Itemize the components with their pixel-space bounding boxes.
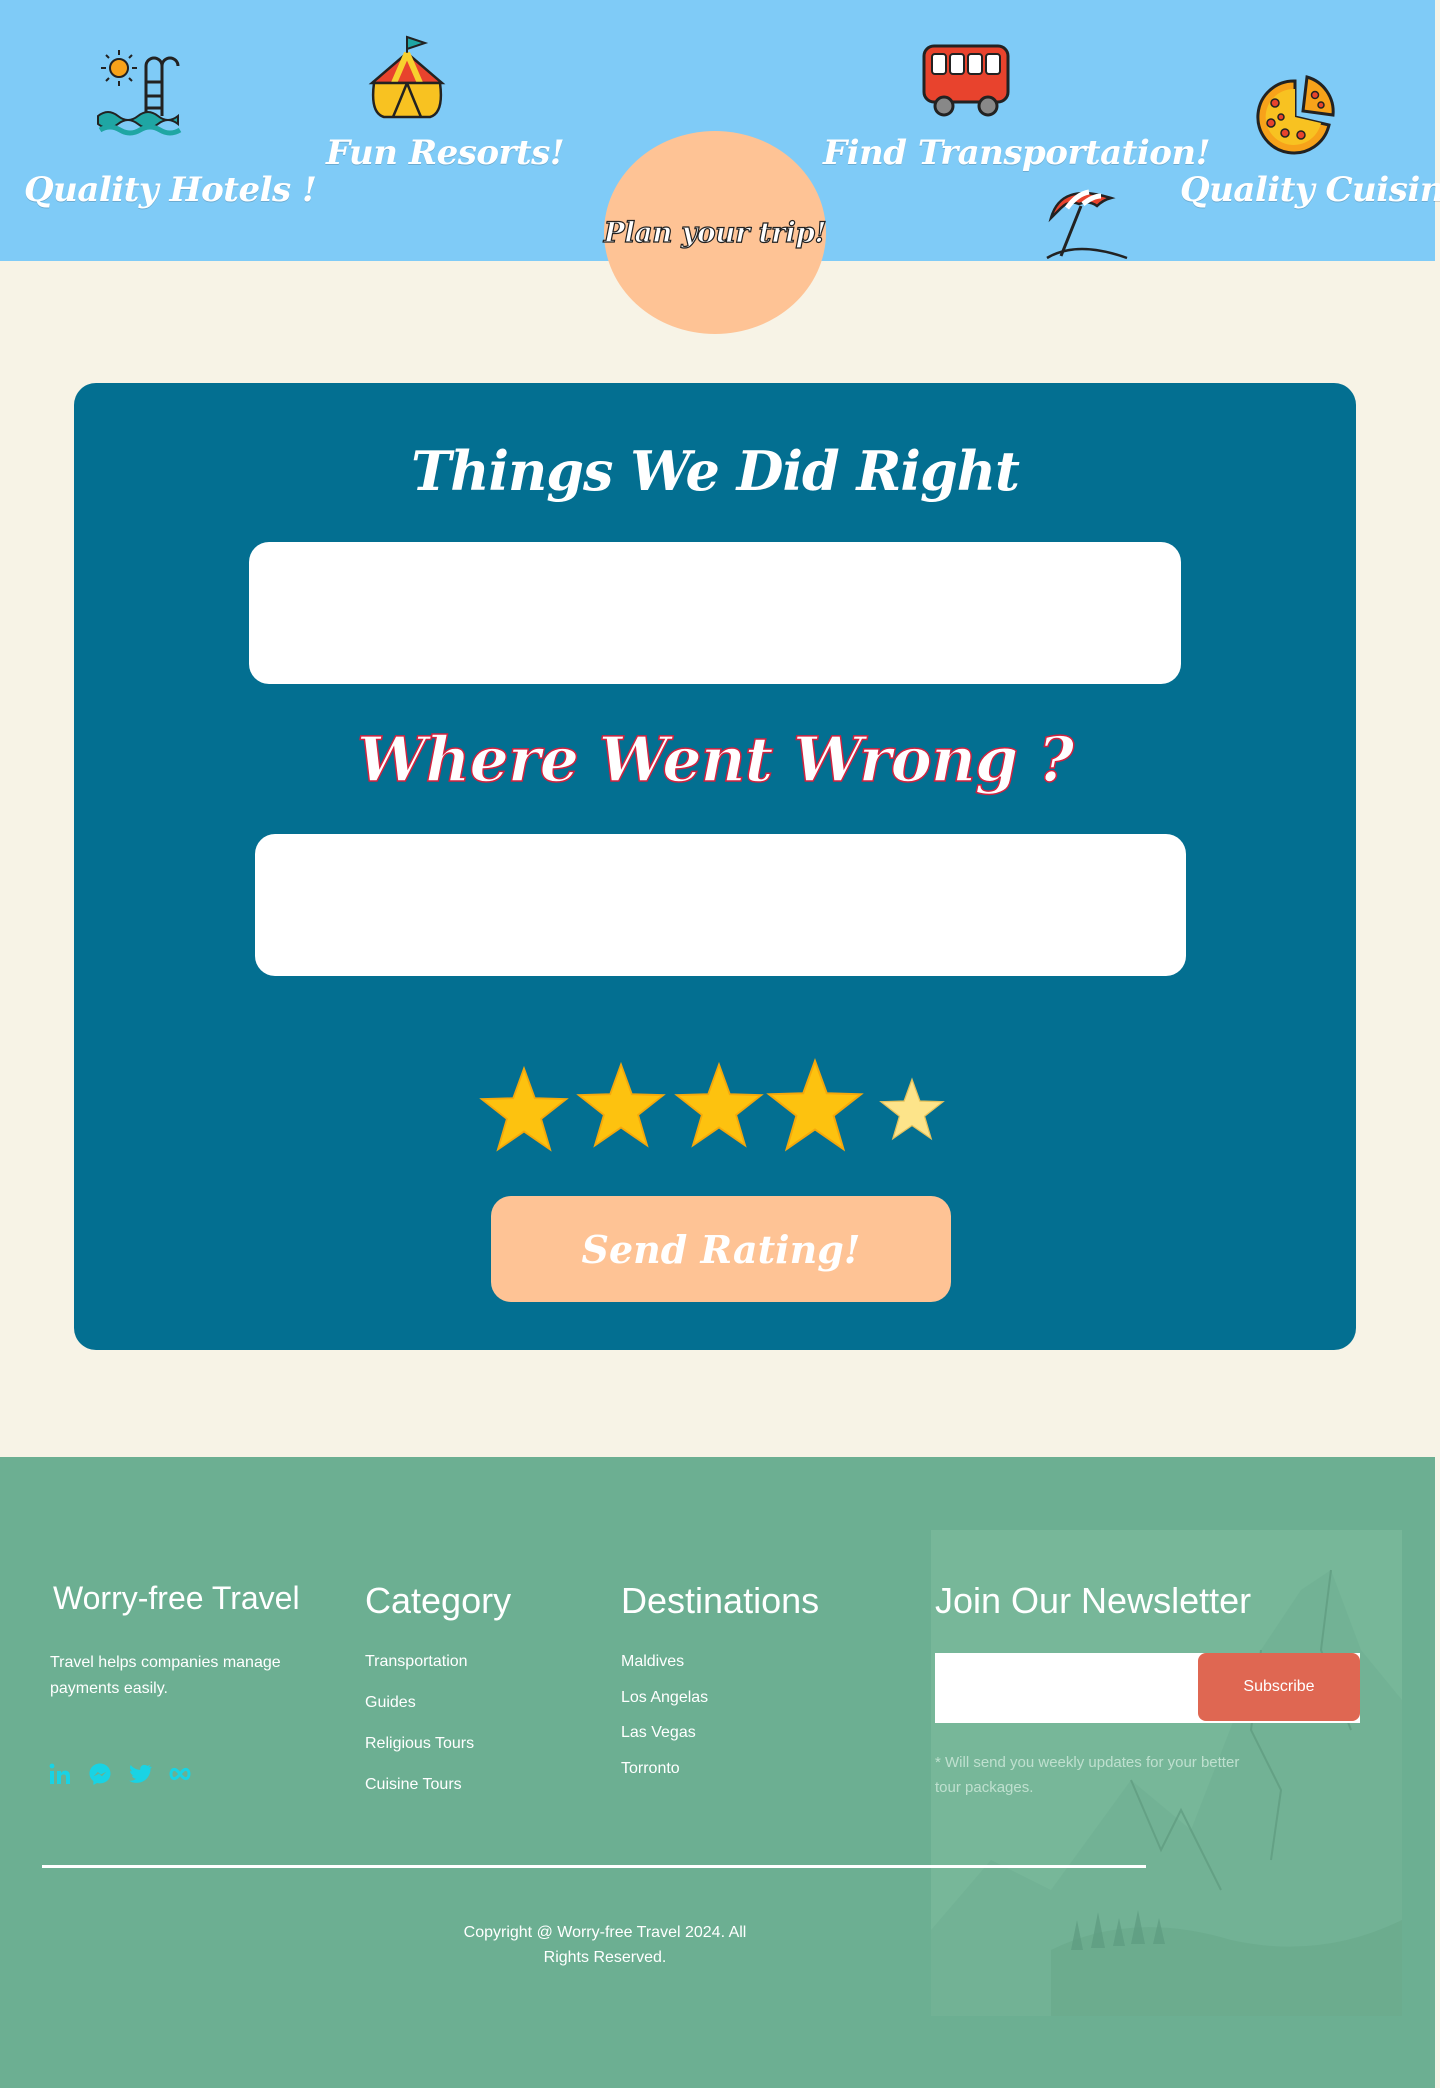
category-link[interactable]: Religious Tours: [365, 1735, 474, 1776]
destination-link[interactable]: Las Vegas: [621, 1724, 708, 1760]
category-link[interactable]: Cuisine Tours: [365, 1776, 474, 1817]
circus-tent-icon: [368, 35, 446, 119]
infinity-icon[interactable]: [168, 1762, 192, 1786]
pizza-icon: [1256, 75, 1335, 155]
newsletter-note: * Will send you weekly updates for your …: [935, 1754, 1240, 1796]
plan-trip-label: Plan your trip!: [603, 215, 827, 249]
brand-title: Worry-free Travel: [53, 1580, 300, 1616]
star-icon[interactable]: [879, 1077, 945, 1141]
things-right-input[interactable]: [249, 542, 1181, 684]
header-label-transportation[interactable]: Find Transportation!: [823, 133, 1211, 173]
beach-umbrella-icon: [1046, 189, 1128, 260]
category-title: Category: [365, 1580, 512, 1621]
header: Quality Hotels ! Fun Resorts! Find Trans…: [0, 0, 1440, 334]
things-right-title: Things We Did Right: [411, 439, 1020, 503]
category-list: Transportation Guides Religious Tours Cu…: [365, 1653, 474, 1817]
star-icon[interactable]: [479, 1065, 569, 1153]
pool-ladder-icon: [97, 50, 182, 136]
plan-trip-button[interactable]: Plan your trip!: [603, 131, 827, 334]
destination-link[interactable]: Maldives: [621, 1653, 708, 1689]
send-rating-button[interactable]: Send Rating!: [491, 1196, 951, 1302]
star-icon[interactable]: [674, 1061, 764, 1149]
subscribe-button[interactable]: Subscribe: [1198, 1653, 1360, 1721]
destinations-title: Destinations: [621, 1580, 820, 1621]
social-links: [48, 1762, 192, 1786]
brand-description: Travel helps companies manage payments e…: [50, 1654, 281, 1697]
footer-divider: [42, 1865, 1146, 1868]
messenger-icon[interactable]: [88, 1762, 112, 1786]
copyright: Copyright @ Worry-free Travel 2024. All …: [463, 1924, 747, 1966]
went-wrong-title: Where Went Wrong ?: [356, 722, 1075, 797]
twitter-icon[interactable]: [128, 1762, 152, 1786]
header-label-hotels[interactable]: Quality Hotels !: [24, 170, 317, 210]
header-label-cuisine[interactable]: Quality Cuisine!: [1180, 170, 1440, 210]
destination-link[interactable]: Los Angelas: [621, 1689, 708, 1725]
category-link[interactable]: Guides: [365, 1694, 474, 1735]
header-label-resorts[interactable]: Fun Resorts!: [326, 133, 565, 173]
destination-link[interactable]: Torronto: [621, 1760, 708, 1796]
star-icon[interactable]: [576, 1061, 666, 1149]
went-wrong-input[interactable]: [255, 834, 1186, 976]
destinations-list: Maldives Los Angelas Las Vegas Torronto: [621, 1653, 708, 1795]
linkedin-icon[interactable]: [48, 1762, 72, 1786]
footer: Worry-free Travel Travel helps companies…: [0, 1457, 1435, 2088]
star-icon[interactable]: [766, 1057, 864, 1153]
category-link[interactable]: Transportation: [365, 1653, 474, 1694]
rating-card: Things We Did Right Where Went Wrong ? S…: [74, 383, 1356, 1350]
newsletter-title: Join Our Newsletter: [935, 1580, 1252, 1621]
bus-icon: [922, 44, 1010, 117]
star-rating: [74, 1055, 1356, 1165]
